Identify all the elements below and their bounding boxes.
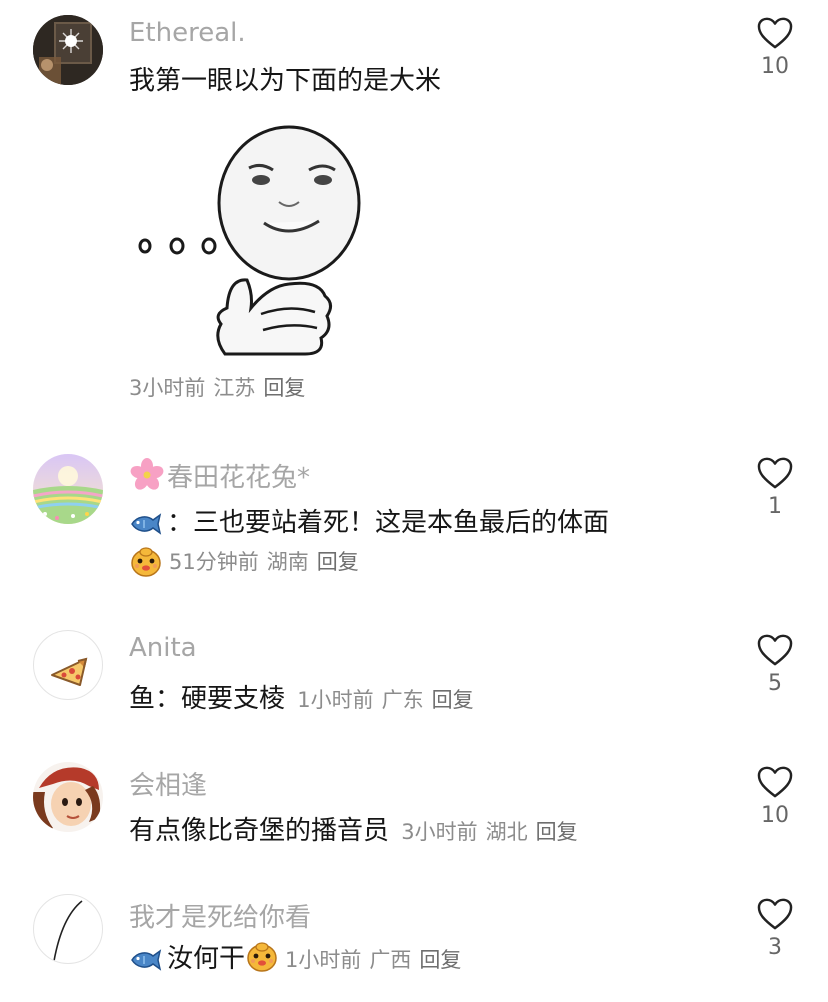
avatar-image bbox=[51, 657, 88, 686]
fish-icon bbox=[129, 949, 163, 971]
reply-button[interactable]: 回复 bbox=[317, 550, 359, 574]
like-count: 1 bbox=[768, 494, 782, 519]
comment-time: 1小时前 bbox=[297, 688, 374, 712]
heart-icon[interactable] bbox=[756, 456, 794, 490]
like-button[interactable]: 3 bbox=[750, 897, 800, 960]
comment-meta: 1小时前 广东 回复 bbox=[297, 688, 481, 712]
anime-character-avatar[interactable] bbox=[33, 762, 103, 832]
username[interactable]: 我才是死给你看 bbox=[129, 897, 311, 934]
comment-meta: 3小时前 江苏 回复 bbox=[129, 372, 313, 402]
username[interactable]: Ethereal. bbox=[129, 18, 246, 48]
avatar-image bbox=[33, 762, 103, 832]
reply-button[interactable]: 回复 bbox=[419, 948, 461, 972]
like-count: 10 bbox=[761, 803, 789, 828]
heart-icon[interactable] bbox=[756, 765, 794, 799]
avatar-image bbox=[33, 454, 103, 524]
comment-location: 湖北 bbox=[485, 820, 528, 844]
flower-field-avatar[interactable] bbox=[33, 454, 103, 524]
reply-button[interactable]: 回复 bbox=[536, 820, 578, 844]
comment-location: 广西 bbox=[369, 948, 412, 972]
like-button[interactable]: 1 bbox=[750, 456, 800, 519]
comment-meta: 3小时前 湖北 回复 bbox=[401, 820, 585, 844]
comment-location: 江苏 bbox=[213, 376, 256, 400]
line-sketch-avatar[interactable] bbox=[33, 894, 103, 964]
comment-time: 3小时前 bbox=[129, 376, 206, 400]
heart-icon[interactable] bbox=[756, 16, 794, 50]
night-window-avatar[interactable] bbox=[33, 15, 103, 85]
thinking-face-sticker[interactable] bbox=[129, 118, 369, 358]
username[interactable]: Anita bbox=[129, 633, 197, 663]
comment-time: 1小时前 bbox=[285, 948, 362, 972]
avatar-image bbox=[53, 900, 83, 962]
sticker-image bbox=[129, 118, 369, 358]
comment-text: 我第一眼以为下面的是大米 bbox=[129, 66, 442, 96]
fish-icon bbox=[129, 513, 163, 535]
comment-text: ：三也要站着死！这是本鱼最后的体面 bbox=[129, 502, 609, 539]
avatar-image bbox=[33, 15, 103, 85]
like-count: 3 bbox=[768, 935, 782, 960]
smiling-face-icon bbox=[129, 544, 163, 578]
comment-meta: 51分钟前 湖南 回复 bbox=[129, 544, 367, 578]
comment-text-body: ：三也要站着死！这是本鱼最后的体面 bbox=[167, 508, 610, 538]
username-text: 春田花花兔* bbox=[167, 463, 311, 493]
like-button[interactable]: 5 bbox=[750, 633, 800, 696]
reply-button[interactable]: 回复 bbox=[263, 376, 305, 400]
username[interactable]: 春田花花兔* bbox=[129, 457, 310, 494]
comment-text-body: 汝何干 bbox=[167, 944, 246, 974]
comment-time: 3小时前 bbox=[401, 820, 478, 844]
smiling-face-icon bbox=[245, 939, 279, 973]
comment-text-body: 鱼：硬要支棱 bbox=[129, 684, 286, 714]
reply-button[interactable]: 回复 bbox=[432, 688, 474, 712]
comment-text: 鱼：硬要支棱 1小时前 广东 回复 bbox=[129, 678, 482, 715]
comment-time: 51分钟前 bbox=[169, 550, 259, 574]
cherry-blossom-icon bbox=[130, 458, 164, 490]
comment-text: 汝何干 1小时前 广西 回复 bbox=[129, 938, 469, 975]
pizza-avatar[interactable] bbox=[33, 630, 103, 700]
heart-icon[interactable] bbox=[756, 633, 794, 667]
like-button[interactable]: 10 bbox=[750, 16, 800, 79]
comment-location: 广东 bbox=[381, 688, 424, 712]
like-button[interactable]: 10 bbox=[750, 765, 800, 828]
like-count: 5 bbox=[768, 671, 782, 696]
comment-location: 湖南 bbox=[266, 550, 309, 574]
comment-text-body: 有点像比奇堡的播音员 bbox=[129, 816, 390, 846]
comment-text: 有点像比奇堡的播音员 3小时前 湖北 回复 bbox=[129, 810, 586, 847]
username[interactable]: 会相逢 bbox=[129, 765, 207, 802]
heart-icon[interactable] bbox=[756, 897, 794, 931]
like-count: 10 bbox=[761, 54, 789, 79]
comment-meta: 1小时前 广西 回复 bbox=[285, 948, 469, 972]
